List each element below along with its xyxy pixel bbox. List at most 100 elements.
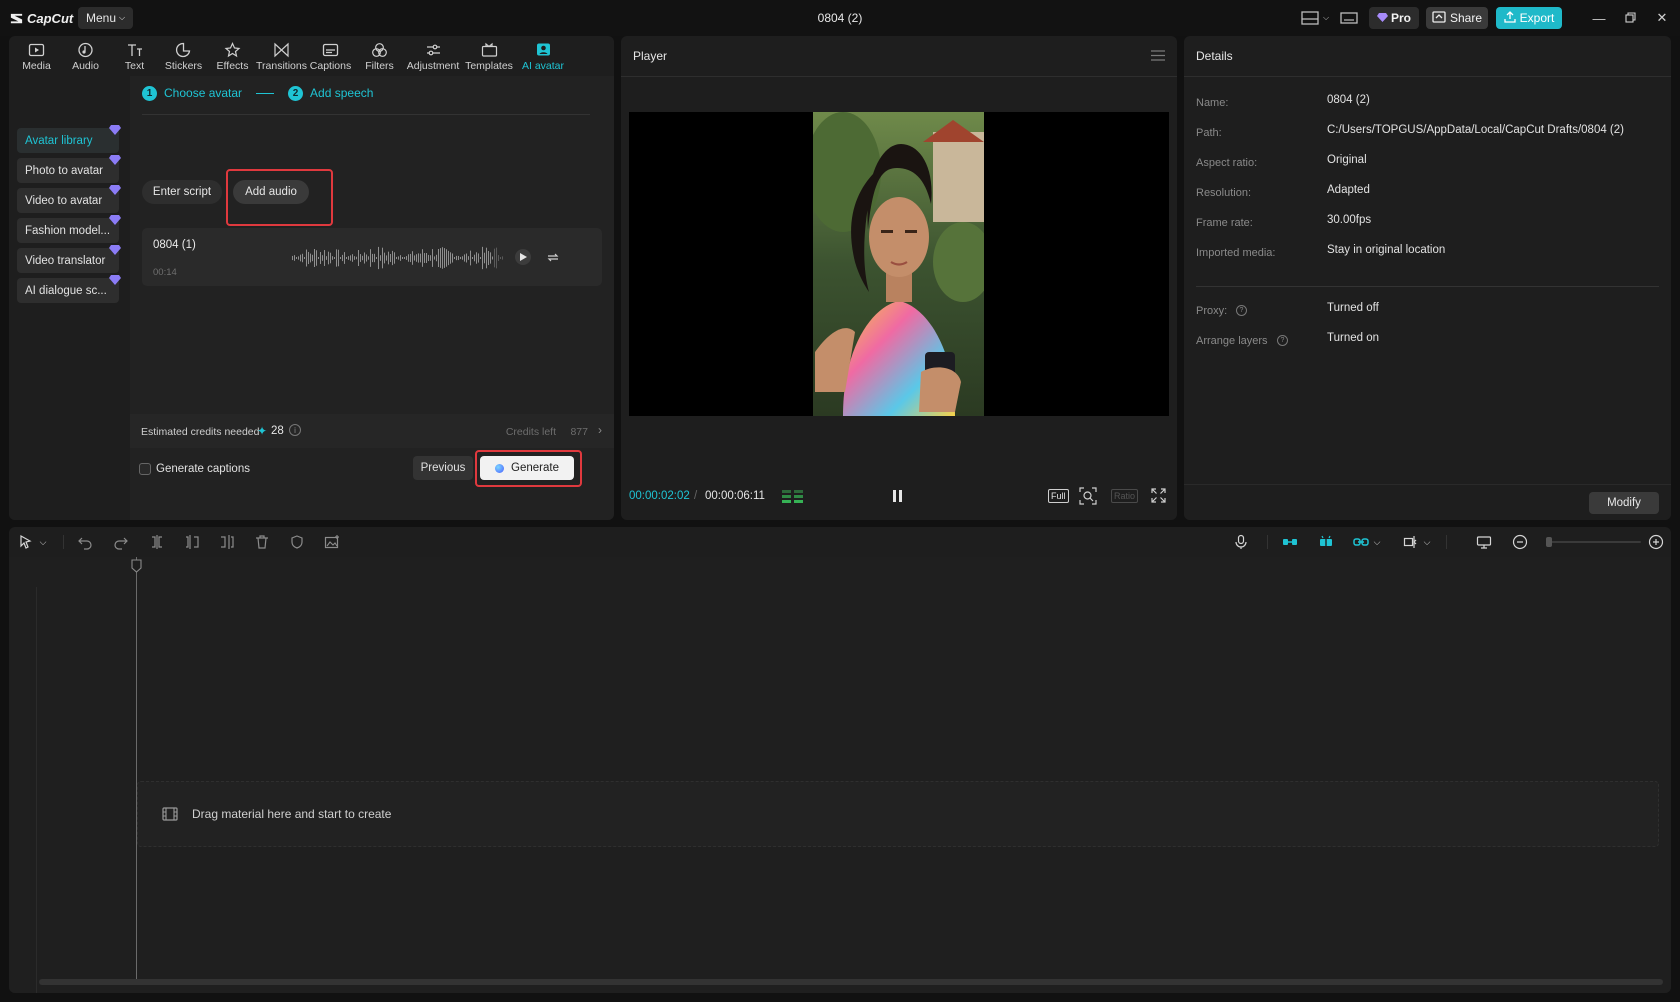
tab-adjustment[interactable]: Adjustment — [404, 36, 462, 76]
tab-label: Audio — [72, 60, 99, 72]
left-panel: Media Audio Text Stickers Effects Transi… — [9, 36, 614, 520]
share-button[interactable]: Share — [1426, 7, 1488, 29]
tab-stickers[interactable]: Stickers — [159, 36, 208, 76]
player-panel: Player — [621, 36, 1177, 520]
zoom-slider[interactable] — [1546, 541, 1641, 543]
play-audio-button[interactable] — [515, 249, 531, 265]
sidebar-item-video-translator[interactable]: Video translator — [17, 248, 119, 273]
film-icon — [162, 807, 178, 821]
undo-button[interactable] — [76, 534, 94, 550]
tab-audio[interactable]: Audio — [61, 36, 110, 76]
zoom-out-button[interactable] — [1511, 534, 1529, 550]
waveform — [292, 244, 504, 272]
playhead[interactable] — [136, 557, 137, 981]
zoom-slider-handle[interactable] — [1546, 537, 1552, 547]
sidebar-item-photo-to-avatar[interactable]: Photo to avatar — [17, 158, 119, 183]
help-icon[interactable]: ? — [1236, 305, 1247, 316]
timeline-track-area[interactable]: Drag material here and start to create — [9, 557, 1671, 993]
tab-text[interactable]: Text — [110, 36, 159, 76]
thumbnail-toggle-button[interactable] — [1475, 534, 1493, 550]
record-voiceover-button[interactable] — [1232, 534, 1250, 550]
video-preview[interactable] — [629, 112, 1169, 416]
delete-button[interactable] — [253, 534, 271, 550]
pro-button[interactable]: Pro — [1369, 7, 1419, 29]
sidebar-item-video-to-avatar[interactable]: Video to avatar — [17, 188, 119, 213]
auto-snap-button[interactable] — [1317, 534, 1335, 550]
playhead-handle-icon[interactable] — [131, 559, 142, 573]
detail-key: Proxy: — [1196, 305, 1227, 317]
replace-audio-button[interactable] — [545, 249, 561, 265]
detail-key: Frame rate: — [1196, 217, 1253, 229]
chevron-right-icon[interactable]: › — [598, 423, 602, 437]
monitor-icon — [1476, 534, 1492, 550]
split-right-button[interactable] — [218, 534, 236, 550]
enter-script-label: Enter script — [153, 186, 211, 198]
tab-captions[interactable]: Captions — [306, 36, 355, 76]
export-button[interactable]: Export — [1496, 7, 1562, 29]
main-track-magnet-button[interactable] — [1281, 534, 1299, 550]
action-bar: Generate captions Previous Generate — [130, 448, 614, 490]
restore-button[interactable] — [1620, 8, 1640, 28]
minimize-button[interactable]: — — [1589, 8, 1609, 28]
linkage-dropdown[interactable]: ⌵ — [1371, 534, 1383, 550]
sidebar-item-avatar-library[interactable]: Avatar library — [17, 128, 119, 153]
split-button[interactable] — [148, 534, 166, 550]
add-image-button[interactable] — [323, 534, 341, 550]
zoom-view-button[interactable] — [1079, 487, 1097, 508]
layout-toggle[interactable]: ⌵ — [1301, 7, 1329, 29]
premium-gem-icon — [109, 185, 121, 195]
tab-effects[interactable]: Effects — [208, 36, 257, 76]
generate-captions-checkbox[interactable] — [139, 463, 151, 475]
shortcut-button[interactable] — [1340, 7, 1358, 29]
zoom-in-button[interactable] — [1647, 534, 1665, 550]
modify-button[interactable]: Modify — [1589, 492, 1659, 514]
tab-label: Text — [125, 60, 144, 72]
drop-zone[interactable]: Drag material here and start to create — [137, 781, 1659, 847]
pause-button[interactable] — [893, 490, 903, 505]
detail-value[interactable]: Turned on — [1327, 332, 1379, 344]
ai-avatar-sidebar: Avatar library Photo to avatar Video to … — [9, 76, 129, 520]
preview-axis-dropdown[interactable]: ⌵ — [1421, 534, 1433, 550]
linkage-button[interactable] — [1352, 534, 1370, 550]
split-right-icon — [219, 534, 235, 550]
select-tool-button[interactable] — [17, 534, 35, 550]
info-icon[interactable]: i — [289, 424, 301, 436]
detail-value[interactable]: Turned off — [1327, 302, 1379, 314]
preview-axis-button[interactable] — [1402, 534, 1420, 550]
ratio-button[interactable]: Ratio — [1111, 489, 1138, 503]
redo-button[interactable] — [112, 534, 130, 550]
tab-media[interactable]: Media — [12, 36, 61, 76]
tab-templates[interactable]: Templates — [462, 36, 516, 76]
menu-button[interactable]: Menu ⌵ — [78, 7, 133, 29]
tab-ai-avatar[interactable]: AI avatar — [516, 36, 570, 76]
sidebar-item-ai-dialogue[interactable]: AI dialogue sc... — [17, 278, 119, 303]
divider — [142, 114, 590, 115]
step-choose-avatar[interactable]: Choose avatar — [164, 86, 242, 100]
close-button[interactable]: ✕ — [1652, 8, 1672, 28]
audio-item[interactable]: 0804 (1) 00:14 — [142, 228, 602, 286]
credits-label: Estimated credits needed — [141, 426, 259, 438]
detail-key: Resolution: — [1196, 187, 1251, 199]
tab-filters[interactable]: Filters — [355, 36, 404, 76]
share-label: Share — [1450, 11, 1482, 25]
full-quality-button[interactable]: Full — [1048, 489, 1069, 503]
hamburger-menu-icon[interactable] — [1151, 50, 1165, 64]
title-bar: CapCut Menu ⌵ 0804 (2) ⌵ Pro — [0, 0, 1680, 36]
fullscreen-button[interactable] — [1151, 488, 1166, 506]
sidebar-item-fashion-model[interactable]: Fashion model... — [17, 218, 119, 243]
tab-label: Filters — [365, 60, 394, 72]
cursor-icon — [18, 534, 34, 550]
captions-icon — [322, 42, 339, 58]
split-left-button[interactable] — [183, 534, 201, 550]
mark-button[interactable] — [288, 534, 306, 550]
tab-transitions[interactable]: Transitions — [257, 36, 306, 76]
select-mode-dropdown[interactable]: ⌵ — [37, 534, 49, 550]
templates-icon — [481, 42, 498, 58]
step-add-speech[interactable]: Add speech — [310, 86, 373, 100]
previous-button[interactable]: Previous — [413, 456, 473, 480]
details-panel: Details Name: 0804 (2) Path: C:/Users/TO… — [1184, 36, 1671, 520]
detail-value: Stay in original location — [1327, 244, 1445, 256]
enter-script-button[interactable]: Enter script — [142, 180, 222, 204]
horizontal-scrollbar[interactable] — [39, 979, 1663, 985]
help-icon[interactable]: ? — [1277, 335, 1288, 346]
